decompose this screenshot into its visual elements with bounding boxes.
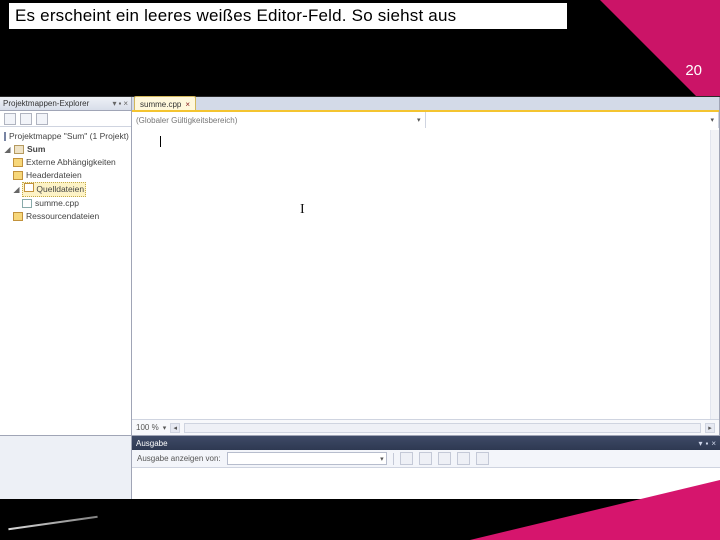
output-toolbar-button[interactable] xyxy=(438,452,451,465)
chevron-down-icon: ▾ xyxy=(417,116,421,124)
output-title: Ausgabe xyxy=(136,439,168,448)
slide-bottom-accent xyxy=(470,480,720,540)
editor-tabstrip: summe.cpp × xyxy=(132,97,719,112)
toolbar-button[interactable] xyxy=(36,113,48,125)
slide-heading-text: Es erscheint ein leeres weißes Editor-Fe… xyxy=(15,6,456,26)
tree-sourcefile-row[interactable]: summe.cpp xyxy=(4,197,127,210)
panel-dropdown-icon[interactable]: ▾ xyxy=(112,99,116,108)
editor-panel: summe.cpp × (Globaler Gültigkeitsbereich… xyxy=(132,97,720,435)
panel-pin-icon[interactable]: ▪ xyxy=(705,439,708,448)
slide-heading-box: Es erscheint ein leeres weißes Editor-Fe… xyxy=(8,2,568,30)
output-toolbar: Ausgabe anzeigen von: ▾ xyxy=(132,450,720,468)
folder-icon xyxy=(13,171,23,180)
project-icon xyxy=(14,145,24,154)
code-editor[interactable]: I xyxy=(132,130,719,419)
output-toolbar-button[interactable] xyxy=(457,452,470,465)
member-dropdown[interactable]: ▾ xyxy=(426,112,720,128)
tree-label: Sum xyxy=(27,143,45,156)
folder-icon xyxy=(13,212,23,221)
cpp-file-icon xyxy=(22,199,32,208)
tree-label: Quelldateien xyxy=(36,184,84,194)
close-icon[interactable]: × xyxy=(185,100,190,109)
slide-number: 20 xyxy=(685,62,702,79)
tree-extdeps-row[interactable]: Externe Abhängigkeiten xyxy=(4,156,127,169)
tree-label: Externe Abhängigkeiten xyxy=(26,156,116,169)
tree-project-row[interactable]: ◢ Sum xyxy=(4,143,127,156)
panel-dropdown-icon[interactable]: ▾ xyxy=(698,439,702,448)
tree-sources-row[interactable]: ◢ Quelldateien xyxy=(4,182,127,197)
editor-statusbar: 100 % ▾ ◂ ▸ xyxy=(132,419,719,435)
folder-open-icon xyxy=(24,183,34,192)
scope-dropdown[interactable]: (Globaler Gültigkeitsbereich) ▾ xyxy=(132,112,426,128)
solution-tree: Projektmappe "Sum" (1 Projekt) ◢ Sum Ext… xyxy=(0,127,131,226)
scroll-right-icon[interactable]: ▸ xyxy=(705,423,715,433)
folder-icon xyxy=(13,158,23,167)
zoom-level[interactable]: 100 % xyxy=(136,423,159,432)
tree-label: summe.cpp xyxy=(35,197,79,210)
tree-resources-row[interactable]: Ressourcendateien xyxy=(4,210,127,223)
toolbar-button[interactable] xyxy=(20,113,32,125)
tree-solution-row[interactable]: Projektmappe "Sum" (1 Projekt) xyxy=(4,130,127,143)
panel-close-icon[interactable]: × xyxy=(711,439,716,448)
output-toolbar-button[interactable] xyxy=(419,452,432,465)
tree-headers-row[interactable]: Headerdateien xyxy=(4,169,127,182)
panel-close-icon[interactable]: × xyxy=(123,99,128,108)
solution-explorer-panel: Projektmappen-Explorer ▾ ▪ × Projektmapp… xyxy=(0,97,132,435)
output-toolbar-button[interactable] xyxy=(400,452,413,465)
output-show-from-label: Ausgabe anzeigen von: xyxy=(137,454,221,463)
horizontal-scrollbar[interactable] xyxy=(184,423,701,433)
tree-label: Headerdateien xyxy=(26,169,82,182)
expand-icon[interactable]: ◢ xyxy=(13,183,20,196)
solution-explorer-below xyxy=(0,435,132,500)
ibeam-cursor-icon: I xyxy=(300,202,305,218)
solution-explorer-titlebar: Projektmappen-Explorer ▾ ▪ × xyxy=(0,97,131,111)
chevron-down-icon: ▾ xyxy=(380,455,384,463)
output-titlebar: Ausgabe ▾ ▪ × xyxy=(132,436,720,450)
panel-pin-icon[interactable]: ▪ xyxy=(118,99,121,108)
text-caret xyxy=(160,136,161,147)
editor-nav-dropdowns: (Globaler Gültigkeitsbereich) ▾ ▾ xyxy=(132,112,719,128)
tree-label: Ressourcendateien xyxy=(26,210,99,223)
scroll-left-icon[interactable]: ◂ xyxy=(170,423,180,433)
output-source-dropdown[interactable]: ▾ xyxy=(227,452,387,465)
chevron-down-icon: ▾ xyxy=(710,116,714,124)
chevron-down-icon[interactable]: ▾ xyxy=(163,424,167,432)
editor-scrollbar[interactable] xyxy=(710,130,719,419)
tab-label: summe.cpp xyxy=(140,100,181,109)
editor-tab[interactable]: summe.cpp × xyxy=(134,96,196,110)
tree-label: Projektmappe "Sum" (1 Projekt) xyxy=(9,130,129,143)
solution-explorer-title: Projektmappen-Explorer xyxy=(3,99,89,108)
ide-screenshot: Projektmappen-Explorer ▾ ▪ × Projektmapp… xyxy=(0,96,720,514)
expand-icon[interactable]: ◢ xyxy=(4,143,11,156)
solution-icon xyxy=(4,132,6,141)
scope-dropdown-text: (Globaler Gültigkeitsbereich) xyxy=(136,116,237,125)
solution-explorer-toolbar xyxy=(0,111,131,127)
output-toolbar-button[interactable] xyxy=(476,452,489,465)
toolbar-button[interactable] xyxy=(4,113,16,125)
